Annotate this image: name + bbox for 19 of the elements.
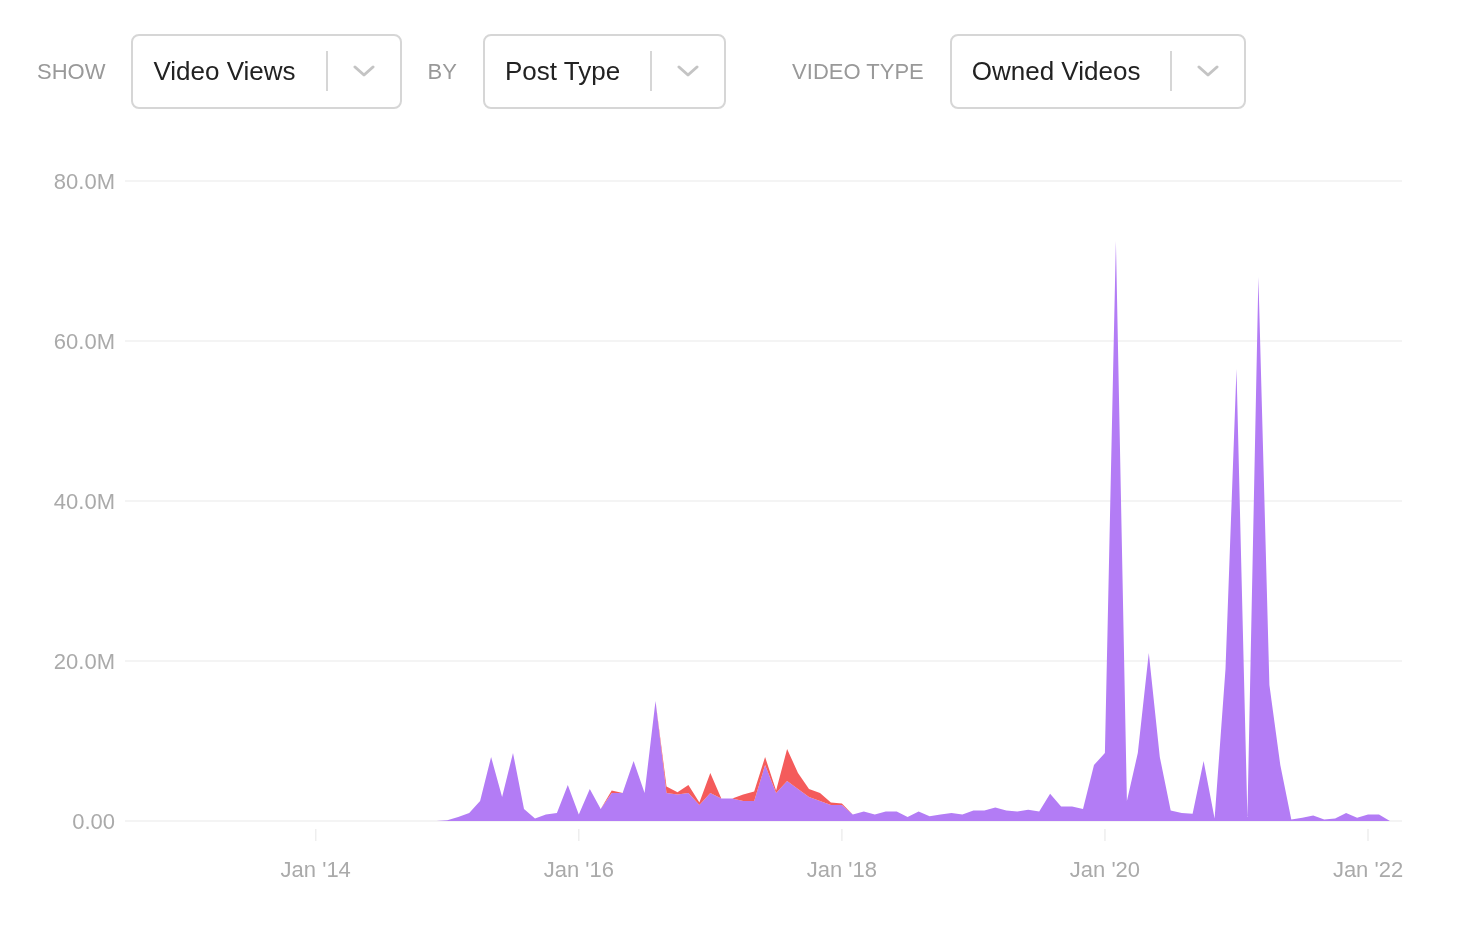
y-axis-label: 40.0M [53,489,115,514]
chevron-down-icon [1197,65,1220,77]
filter-label: SHOW [37,57,106,86]
y-axis-label: 20.0M [53,649,115,674]
y-axis-label: 60.0M [53,329,115,354]
chevron-down-icon [352,65,375,77]
y-axis-label: 80.0M [53,169,115,194]
x-axis-label: Jan '14 [280,857,351,882]
x-axis-label: Jan '18 [806,857,877,882]
y-axis-label: 0.00 [72,809,115,834]
x-axis-label: Jan '20 [1069,857,1141,882]
dropdown[interactable]: Video Views [131,33,402,109]
dropdown[interactable]: Post Type [482,33,727,109]
dropdown[interactable]: Owned Videos [949,33,1247,109]
chevron-down-icon [677,65,700,77]
x-axis-label: Jan '22 [1332,857,1404,882]
filter-label: BY [427,57,457,86]
filter-label: VIDEO TYPE [792,57,924,86]
x-axis-label: Jan '16 [543,857,614,882]
